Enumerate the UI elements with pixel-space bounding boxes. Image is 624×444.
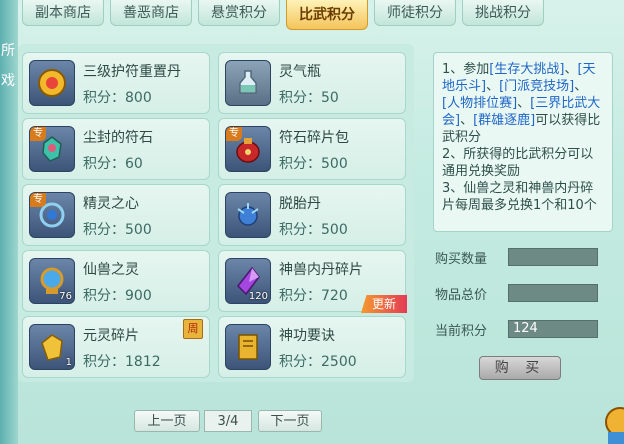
total-label: 物品总价 [435, 288, 488, 303]
item-name: 灵气瓶 [279, 64, 321, 80]
rune-stone-icon: 专 [29, 126, 75, 172]
item-card[interactable]: 三级护符重置丹 积分：800 [22, 52, 210, 114]
spirit-bottle-icon [225, 60, 271, 106]
quantity-input[interactable] [508, 248, 598, 266]
activity-link[interactable]: [群雄逐鹿] [473, 113, 535, 128]
item-points: 积分：500 [279, 222, 348, 238]
tab-karma-shop[interactable]: 善恶商店 [110, 0, 192, 26]
new-tag: 更新 [361, 295, 407, 313]
activity-link[interactable]: [人物排位赛] [442, 96, 517, 111]
item-points: 积分：60 [83, 156, 143, 172]
current-points-label: 当前积分 [435, 324, 488, 339]
item-name: 精灵之心 [83, 196, 139, 212]
spirit-heart-icon: 专 [29, 192, 75, 238]
item-grid: 三级护符重置丹 积分：800 灵气瓶 积分：50 专 尘封的符石 积分：60 专… [18, 44, 414, 382]
item-name: 三级护符重置丹 [83, 64, 181, 80]
blue-orb-icon: 76 [29, 258, 75, 304]
item-card[interactable]: 1 元灵碎片 积分：1812 周 [22, 316, 210, 378]
exclusive-badge: 专 [226, 127, 242, 141]
tab-challenge-points[interactable]: 挑战积分 [462, 0, 544, 26]
buy-button[interactable]: 购 买 [479, 356, 561, 380]
item-name: 仙兽之灵 [83, 262, 139, 278]
item-count: 120 [248, 291, 268, 302]
item-card[interactable]: 脱胎丹 积分：500 [218, 184, 406, 246]
tab-dungeon-shop[interactable]: 副本商店 [22, 0, 104, 26]
item-name: 神功要诀 [279, 328, 335, 344]
blue-pill-icon [225, 192, 271, 238]
rules-text: 、 [517, 96, 531, 111]
item-name: 尘封的符石 [83, 130, 153, 146]
rules-text: 2、所获得的比武积分可以通用兑换奖励 [442, 147, 594, 179]
item-points: 积分：50 [279, 90, 339, 106]
exclusive-badge: 专 [30, 127, 46, 141]
side-char: 戏 [1, 73, 15, 89]
gold-amulet-icon [29, 60, 75, 106]
activity-link[interactable]: [门派竞技场] [499, 79, 574, 94]
item-points: 积分：2500 [279, 354, 357, 370]
total-price-field [508, 284, 598, 302]
item-points: 积分：800 [83, 90, 152, 106]
prev-page-button[interactable]: 上一页 [134, 410, 200, 432]
item-name: 神兽内丹碎片 [279, 262, 363, 278]
item-card[interactable]: 专 符石碎片包 积分：500 [218, 118, 406, 180]
item-name: 元灵碎片 [83, 328, 139, 344]
activity-link[interactable]: [生存大挑战] [489, 62, 564, 77]
rules-text: 、 [564, 62, 578, 77]
weekly-tag: 周 [183, 319, 203, 339]
item-card[interactable]: 灵气瓶 积分：50 [218, 52, 406, 114]
tab-martial-points[interactable]: 比武积分 [286, 0, 368, 30]
qty-label: 购买数量 [435, 252, 488, 267]
tab-mentor-points[interactable]: 师徒积分 [374, 0, 456, 26]
tab-bar: 副本商店 善恶商店 悬赏积分 比武积分 师徒积分 挑战积分 [22, 0, 544, 30]
item-card[interactable]: 120 神兽内丹碎片 积分：720 更新 [218, 250, 407, 313]
item-count: 76 [59, 291, 72, 302]
corner-ornament-icon [605, 407, 624, 444]
gold-fragment-icon: 1 [29, 324, 75, 370]
rules-text: 、 [486, 79, 500, 94]
rules-text: 1、参加 [442, 62, 490, 77]
red-bag-icon: 专 [225, 126, 271, 172]
side-char: 所 [1, 43, 15, 59]
purple-crystal-icon: 120 [225, 258, 271, 304]
left-decoration: 所 戏 [0, 0, 18, 444]
tab-bounty-points[interactable]: 悬赏积分 [198, 0, 280, 26]
item-card[interactable]: 专 尘封的符石 积分：60 [22, 118, 210, 180]
item-card[interactable]: 76 仙兽之灵 积分：900 [22, 250, 210, 312]
item-name: 脱胎丹 [279, 196, 321, 212]
rules-text: 3、仙兽之灵和神兽内丹碎片每周最多兑换1个和10个 [442, 181, 597, 213]
item-count: 1 [65, 357, 72, 368]
page-indicator: 3/4 [204, 410, 252, 432]
item-points: 积分：720 [279, 288, 348, 304]
item-card[interactable]: 神功要诀 积分：2500 [218, 316, 406, 378]
rules-description: 1、参加[生存大挑战]、[天地乐斗]、[门派竞技场]、[人物排位赛]、[三界比武… [433, 52, 613, 232]
item-points: 积分：500 [279, 156, 348, 172]
item-points: 积分：900 [83, 288, 152, 304]
current-points-field: 124 [508, 320, 598, 338]
gold-book-icon [225, 324, 271, 370]
item-points: 积分：500 [83, 222, 152, 238]
exclusive-badge: 专 [30, 193, 46, 207]
item-points: 积分：1812 [83, 354, 161, 370]
item-card[interactable]: 专 精灵之心 积分：500 [22, 184, 210, 246]
item-name: 符石碎片包 [279, 130, 349, 146]
rules-text: 、 [574, 79, 588, 94]
rules-text: 、 [460, 113, 474, 128]
next-page-button[interactable]: 下一页 [258, 410, 322, 432]
